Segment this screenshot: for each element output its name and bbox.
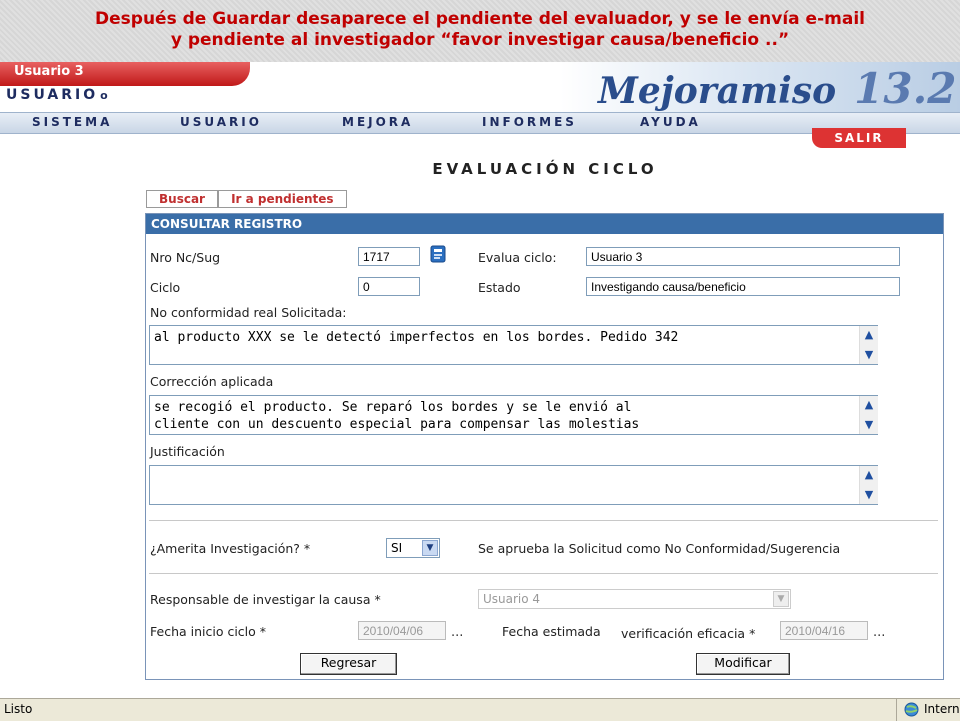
scroll-up-icon[interactable]: ▲ [861,397,877,413]
tab-buscar[interactable]: Buscar [146,190,218,208]
divider [149,520,938,521]
correccion-label: Corrección aplicada [150,374,274,389]
status-zone: Intern [924,702,960,716]
regresar-button[interactable]: Regresar [300,653,397,675]
fecha-inicio-input[interactable]: 2010/04/06 [358,621,446,640]
menu-usuario[interactable]: USUARIO [180,115,262,129]
justificacion-textarea[interactable] [149,465,878,505]
status-divider [896,698,897,721]
page-title: EVALUACIÓN CICLO [432,160,658,178]
panel-title: CONSULTAR REGISTRO [146,214,943,234]
scroll-down-icon[interactable]: ▼ [861,417,877,433]
responsable-value: Usuario 4 [483,592,541,606]
amerita-value: SI [391,541,403,555]
ciclo-input[interactable]: 0 [358,277,420,296]
user-label: USUARIO o [6,87,108,103]
fecha-inicio-label: Fecha inicio ciclo * [150,624,267,639]
current-user-tab: Usuario 3 [0,62,250,86]
scroll-up-icon[interactable]: ▲ [861,467,877,483]
nc-textarea[interactable]: al producto XXX se le detectó imperfecto… [149,325,878,365]
menu-sistema[interactable]: SISTEMA [32,115,112,129]
notebook-icon[interactable] [430,245,446,263]
logout-button[interactable]: SALIR [812,128,906,148]
evalua-label: Evalua ciclo: [478,250,557,265]
caption-line-1: Después de Guardar desaparece el pendien… [95,9,865,29]
verificacion-label: verificación eficacia * [621,626,756,641]
user-label-text: USUARIO [6,87,99,103]
brand-version: 13.2 [854,64,957,113]
scroll-up-icon[interactable]: ▲ [861,327,877,343]
responsable-label: Responsable de investigar la causa * [150,592,381,607]
fecha-estimada-label: Fecha estimada [502,624,601,639]
amerita-label: ¿Amerita Investigación? * [150,541,311,556]
justificacion-label: Justificación [150,444,225,459]
chevron-down-icon[interactable]: ▼ [773,591,789,607]
divider [149,573,938,574]
chevron-down-icon[interactable]: ▼ [422,540,438,556]
fecha-estimada-input[interactable]: 2010/04/16 [780,621,868,640]
fecha-estimada-picker[interactable]: ... [873,625,885,640]
slide-caption: Después de Guardar desaparece el pendien… [0,0,960,62]
estado-input[interactable]: Investigando causa/beneficio [586,277,900,296]
caption-line-2: y pendiente al investigador “favor inves… [170,30,790,50]
brand-logo: Mejoramiso 13.2 [598,64,956,113]
modificar-button[interactable]: Modificar [696,653,790,675]
responsable-select[interactable]: Usuario 4 ▼ [478,589,791,609]
nc-scrollbar[interactable]: ▲ ▼ [859,326,878,364]
brand-name: Mejoramiso [598,70,837,112]
nc-label: No conformidad real Solicitada: [150,305,347,320]
amerita-note: Se aprueba la Solicitud como No Conformi… [478,541,841,556]
ciclo-label: Ciclo [150,280,181,295]
menu-informes[interactable]: INFORMES [482,115,577,129]
evalua-input[interactable]: Usuario 3 [586,247,900,266]
justificacion-scrollbar[interactable]: ▲ ▼ [859,466,878,504]
nro-input[interactable]: 1717 [358,247,420,266]
estado-label: Estado [478,280,521,295]
amerita-select[interactable]: SI ▼ [386,538,440,558]
menu-mejora[interactable]: MEJORA [342,115,413,129]
scroll-down-icon[interactable]: ▼ [861,347,877,363]
menu-ayuda[interactable]: AYUDA [640,115,701,129]
browser-status-bar: Listo Intern [0,697,960,721]
fecha-inicio-picker[interactable]: ... [451,625,463,640]
scroll-down-icon[interactable]: ▼ [861,487,877,503]
status-text: Listo [4,702,33,716]
tab-ir-a-pendientes[interactable]: Ir a pendientes [218,190,347,208]
tab-bar: Buscar Ir a pendientes [146,188,347,208]
user-label-circle-icon: o [100,89,108,102]
app-header: Usuario 3 USUARIO o Mejoramiso 13.2 [0,62,960,113]
nro-label: Nro Nc/Sug [150,250,221,265]
correccion-scrollbar[interactable]: ▲ ▼ [859,396,878,434]
correccion-textarea[interactable]: se recogió el producto. Se reparó los bo… [149,395,878,435]
globe-icon [904,702,919,717]
